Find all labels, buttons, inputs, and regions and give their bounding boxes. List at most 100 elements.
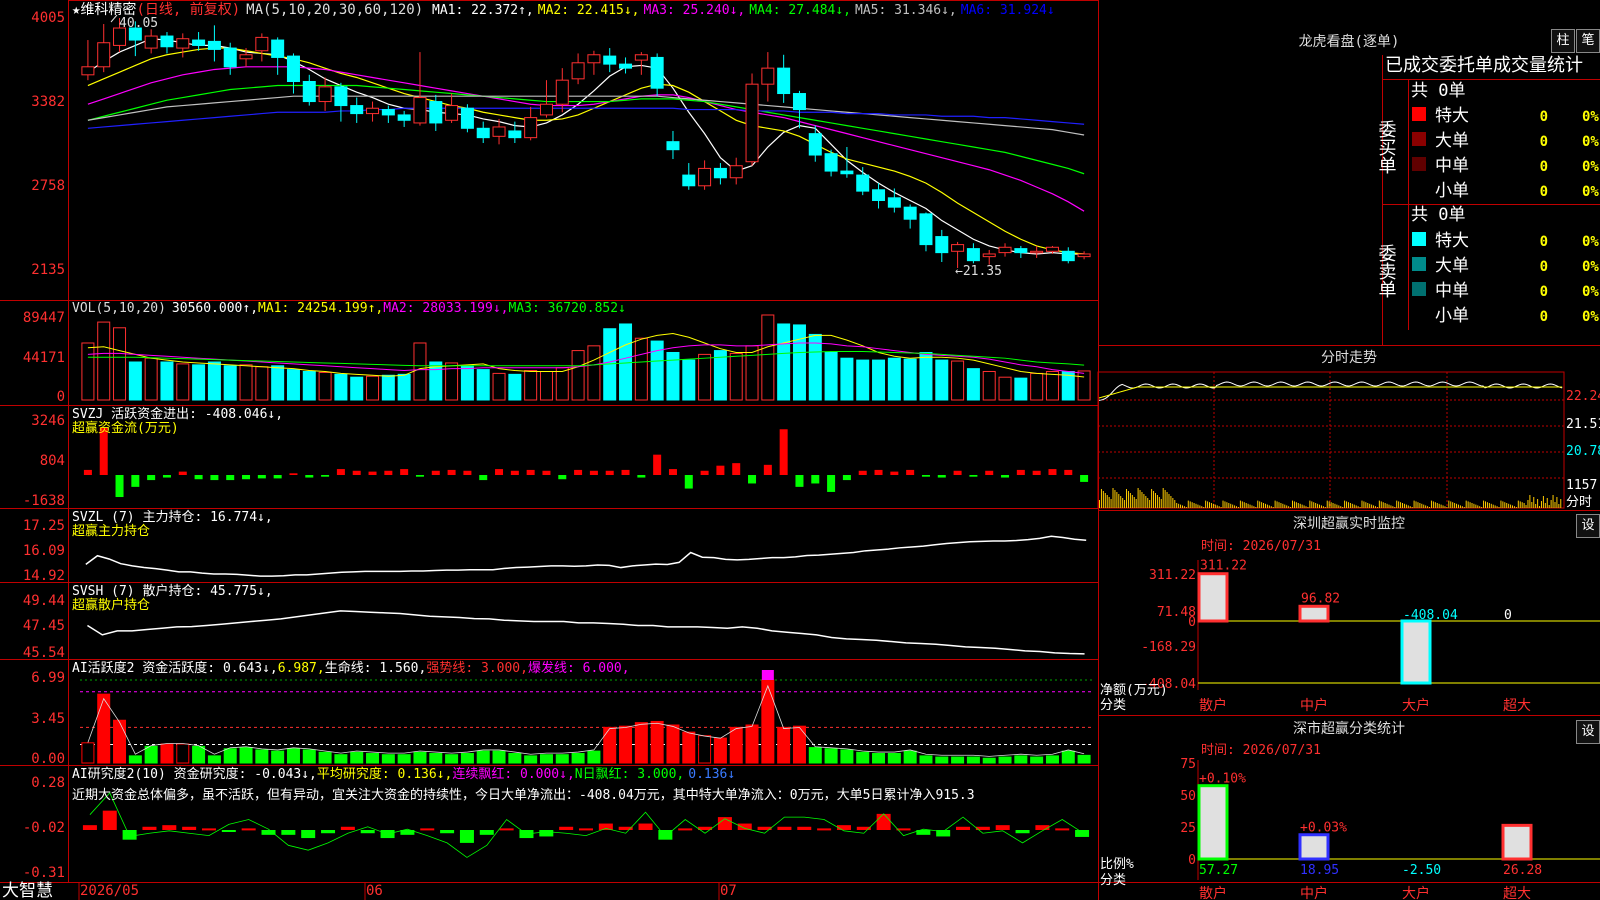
intraday-volume-bar — [1139, 490, 1141, 508]
volume-bar — [1030, 372, 1044, 401]
ai-activity-header: AI活跃度2 资金活跃度: 0.643↓,6.987,生命线: 1.560,强势… — [72, 660, 630, 676]
svzj-bar — [700, 470, 709, 475]
intraday-volume-bar — [1201, 506, 1203, 508]
intraday-volume-bar — [1172, 498, 1174, 508]
lhb-tabs: 已成交委托单成交量统计 — [1385, 55, 1583, 76]
intraday-volume-bar — [1187, 500, 1189, 508]
candle-body — [160, 35, 174, 48]
research-bar — [1015, 830, 1030, 834]
classify-unit: 比例% — [1100, 857, 1134, 872]
volume-bar — [271, 365, 285, 401]
intraday-volume-bar — [1483, 500, 1485, 508]
activity-bar — [840, 749, 854, 764]
monitor-settings-button[interactable]: 设 — [1576, 514, 1600, 538]
intraday-volume-bar — [1237, 507, 1239, 508]
svzj-bar — [668, 469, 677, 475]
intraday-volume-bar — [1471, 503, 1473, 508]
tick-mode-button[interactable]: 笔 — [1576, 29, 1600, 53]
svzj-bar — [1001, 475, 1010, 478]
intraday-volume-bar — [1554, 502, 1556, 508]
activity-bar — [1014, 755, 1028, 764]
intraday-volume-bar — [1390, 505, 1392, 508]
monitor-value-label: -408.04 — [1403, 608, 1458, 623]
y-tick-label: 49.44 — [23, 593, 65, 609]
candle-body — [587, 54, 601, 64]
svzj-bar — [637, 475, 646, 478]
intraday-volume-bar — [1143, 494, 1145, 508]
activity-bar — [176, 743, 190, 764]
activity-bar — [745, 724, 759, 764]
intraday-volume-bar — [1560, 499, 1562, 508]
candle-body — [381, 109, 395, 116]
candle-body — [919, 213, 933, 246]
candle-body — [935, 236, 949, 254]
intraday-volume-bar — [1378, 500, 1380, 508]
intraday-volume-bar — [1160, 499, 1162, 508]
svzj-bar — [589, 470, 598, 475]
candle-body — [207, 40, 221, 50]
intraday-volume-bar — [1359, 507, 1361, 508]
intraday-volume-bar — [1326, 500, 1328, 508]
intraday-volume-bar — [1490, 503, 1492, 508]
classify-value-label: -2.50 — [1402, 863, 1441, 878]
research-bar — [321, 830, 336, 834]
research-bar — [340, 826, 355, 830]
ma-value-6: MA6: 31.924↓ — [961, 3, 1055, 18]
intraday-volume-bar — [1330, 502, 1332, 508]
classify-settings-button[interactable]: 设 — [1576, 720, 1600, 744]
intraday-volume-bar — [1456, 503, 1458, 508]
intraday-volume-bar — [1124, 500, 1126, 508]
svzl-line — [85, 535, 1087, 577]
svzj-bar — [1016, 469, 1025, 475]
candle-body — [97, 42, 111, 68]
activity-bar — [160, 743, 174, 764]
y-tick-label: 804 — [40, 453, 65, 469]
intraday-volume-bar — [1255, 507, 1257, 508]
intraday-frame — [1097, 371, 1565, 509]
intraday-volume-bar — [1510, 504, 1512, 508]
activity-bar — [508, 753, 522, 764]
intraday-volume-bar — [1544, 503, 1546, 508]
monitor-tick: 311.22 — [1149, 568, 1196, 583]
price-ma-line — [87, 84, 1085, 175]
intraday-volume-bar — [1457, 504, 1459, 508]
intraday-volume-bar — [1438, 503, 1440, 508]
intraday-volume-bar — [1120, 496, 1122, 508]
intraday-volume-bar — [1540, 501, 1542, 508]
intraday-volume-bar — [1415, 501, 1417, 508]
intraday-volume-bar — [1234, 505, 1236, 508]
activity-bar — [334, 754, 348, 764]
intraday-volume-bar — [1508, 503, 1510, 508]
research-bar — [162, 825, 177, 830]
activity-bar — [1061, 750, 1075, 764]
intraday-volume-bar — [1307, 507, 1309, 508]
svzj-bar — [795, 475, 804, 487]
svzj-bar — [653, 454, 662, 475]
intraday-volume-bar — [1166, 492, 1168, 508]
research-bar — [102, 810, 117, 830]
monitor-chart: 311.2271.480-168.29-408.04311.22散户96.82中… — [1141, 559, 1600, 714]
svzj-bar — [447, 469, 456, 475]
monitor-time: 时间: 2026/07/31 — [1201, 539, 1321, 554]
intraday-volume-bar — [1338, 505, 1340, 508]
research-bar — [241, 828, 256, 831]
intraday-volume-bar — [1373, 505, 1375, 508]
research-bar — [360, 830, 375, 834]
intraday-volume-bar — [1317, 503, 1319, 508]
intraday-volume-bar — [1216, 505, 1218, 508]
intraday-volume-bar — [1432, 501, 1434, 508]
intraday-volume-bar — [1226, 502, 1228, 508]
volume-bar — [144, 357, 158, 401]
intraday-volume-bar — [1203, 507, 1205, 508]
intraday-volume-bar — [1249, 504, 1251, 508]
bar-mode-button[interactable]: 柱 — [1551, 29, 1575, 53]
candle-body — [81, 66, 95, 76]
volume-bar — [1077, 370, 1091, 401]
candle-body — [1014, 248, 1028, 254]
candle-body — [634, 54, 648, 61]
volume-bar — [255, 366, 269, 401]
candle-body — [698, 167, 712, 187]
intraday-volume-bar — [1521, 502, 1523, 508]
classify-title: 深市超赢分类统计 — [1293, 720, 1405, 737]
ai-activity-bars — [80, 670, 1092, 764]
